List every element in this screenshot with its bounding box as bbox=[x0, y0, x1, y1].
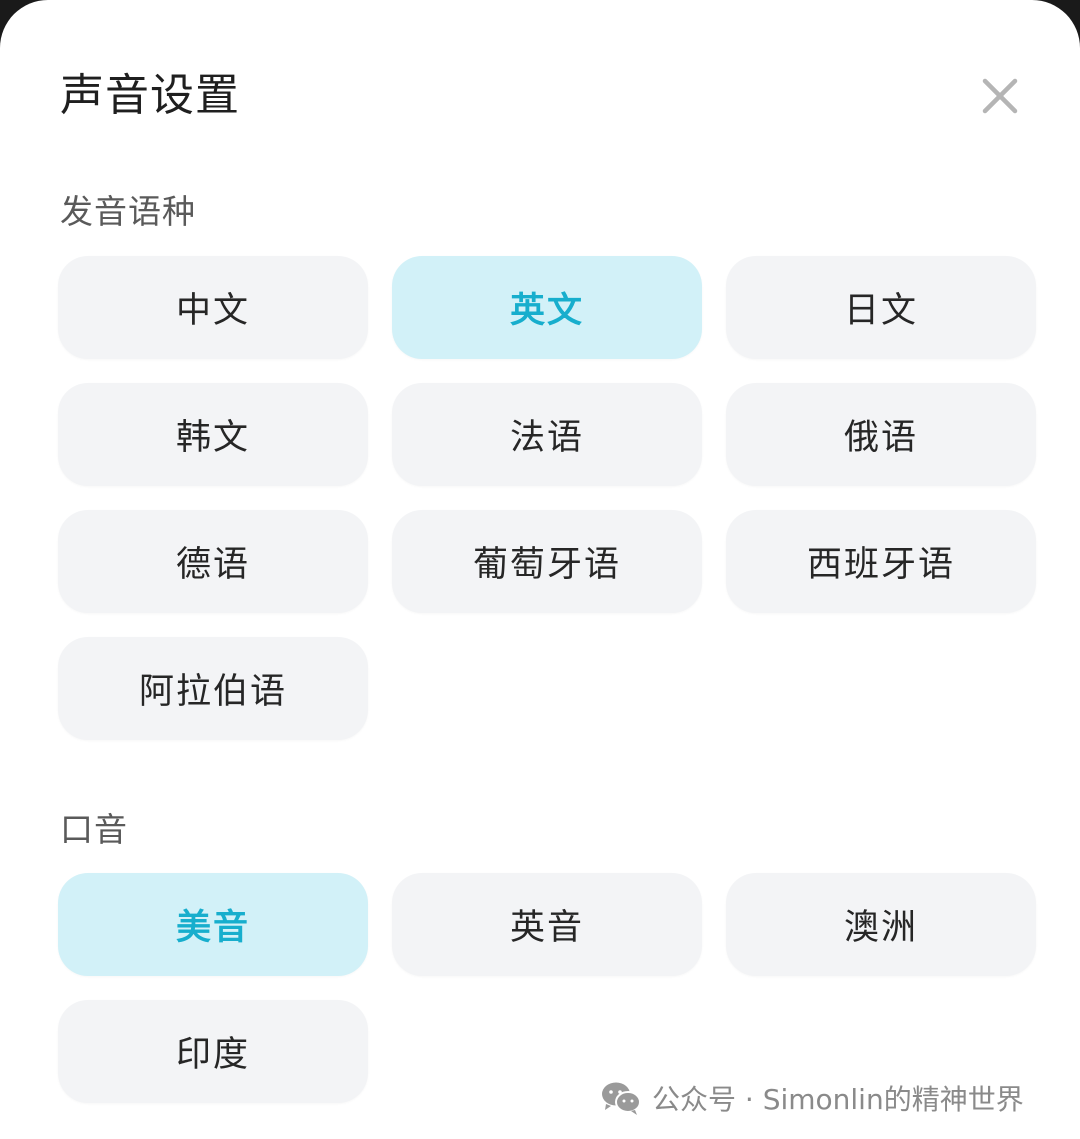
accent-section-label: 口音 bbox=[60, 810, 128, 849]
sound-settings-sheet: 声音设置 发音语种 中文 英文 日文 韩文 法语 俄语 德语 葡萄牙语 西班牙语… bbox=[0, 0, 1080, 1139]
watermark: 公众号 · Simonlin的精神世界 bbox=[600, 1076, 1024, 1120]
language-option-english[interactable]: 英文 bbox=[392, 256, 702, 359]
language-option-japanese[interactable]: 日文 bbox=[726, 256, 1036, 359]
language-option-spanish[interactable]: 西班牙语 bbox=[726, 510, 1036, 613]
language-option-arabic[interactable]: 阿拉伯语 bbox=[58, 637, 368, 740]
language-option-korean[interactable]: 韩文 bbox=[58, 383, 368, 486]
language-option-chinese[interactable]: 中文 bbox=[58, 256, 368, 359]
accent-option-american[interactable]: 美音 bbox=[58, 873, 368, 976]
language-options: 中文 英文 日文 韩文 法语 俄语 德语 葡萄牙语 西班牙语 阿拉伯语 bbox=[58, 256, 1036, 740]
accent-options: 美音 英音 澳洲 印度 bbox=[58, 873, 1036, 1103]
close-icon bbox=[982, 78, 1018, 114]
wechat-icon bbox=[602, 1082, 641, 1115]
language-option-portuguese[interactable]: 葡萄牙语 bbox=[392, 510, 702, 613]
language-option-german[interactable]: 德语 bbox=[58, 510, 368, 613]
watermark-text: 公众号 · Simonlin的精神世界 bbox=[652, 1083, 1024, 1116]
accent-option-british[interactable]: 英音 bbox=[392, 873, 702, 976]
accent-option-indian[interactable]: 印度 bbox=[58, 1000, 368, 1103]
dialog-title: 声音设置 bbox=[60, 70, 240, 121]
accent-option-australian[interactable]: 澳洲 bbox=[726, 873, 1036, 976]
language-option-french[interactable]: 法语 bbox=[392, 383, 702, 486]
language-option-russian[interactable]: 俄语 bbox=[726, 383, 1036, 486]
language-section-label: 发音语种 bbox=[60, 192, 196, 231]
close-button[interactable] bbox=[976, 72, 1024, 120]
